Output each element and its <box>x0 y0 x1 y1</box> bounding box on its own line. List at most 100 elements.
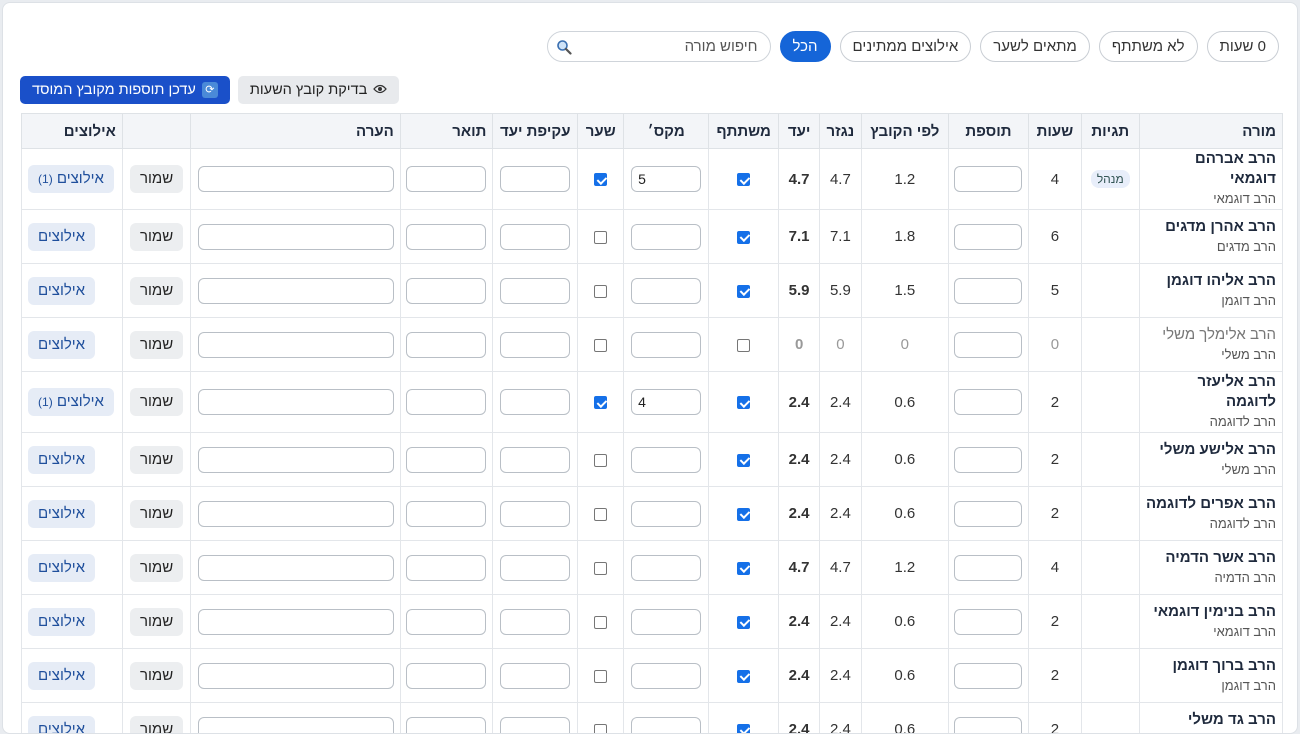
extra-input[interactable] <box>954 389 1022 415</box>
target-override-input[interactable] <box>500 166 570 192</box>
participates-checkbox[interactable] <box>737 231 750 244</box>
title-input[interactable] <box>406 166 486 192</box>
max-input[interactable] <box>631 447 701 473</box>
extra-input[interactable] <box>954 609 1022 635</box>
note-input[interactable] <box>198 278 394 304</box>
max-input[interactable]: 5 <box>631 166 701 192</box>
gate-checkbox[interactable] <box>594 396 607 409</box>
max-input[interactable] <box>631 609 701 635</box>
max-input[interactable] <box>631 332 701 358</box>
title-input[interactable] <box>406 447 486 473</box>
participates-checkbox[interactable] <box>737 454 750 467</box>
max-input[interactable] <box>631 501 701 527</box>
filter-zero-hours[interactable]: 0 שעות <box>1207 31 1279 62</box>
save-button[interactable]: שמור <box>130 331 183 359</box>
note-input[interactable] <box>198 166 394 192</box>
gate-checkbox[interactable] <box>594 508 607 521</box>
target-override-input[interactable] <box>500 717 570 734</box>
filter-not-participating[interactable]: לא משתתף <box>1099 31 1198 62</box>
note-input[interactable] <box>198 447 394 473</box>
filter-fits-gate[interactable]: מתאים לשער <box>980 31 1090 62</box>
title-input[interactable] <box>406 278 486 304</box>
constraints-button[interactable]: אילוצים <box>28 608 95 636</box>
max-input[interactable] <box>631 555 701 581</box>
gate-checkbox[interactable] <box>594 616 607 629</box>
filter-all[interactable]: הכל <box>780 31 831 62</box>
save-button[interactable]: שמור <box>130 500 183 528</box>
title-input[interactable] <box>406 663 486 689</box>
target-override-input[interactable] <box>500 609 570 635</box>
extra-input[interactable] <box>954 166 1022 192</box>
note-input[interactable] <box>198 389 394 415</box>
filter-pending-constraints[interactable]: אילוצים ממתינים <box>840 31 972 62</box>
note-input[interactable] <box>198 663 394 689</box>
constraints-button[interactable]: אילוצים (1) <box>28 388 114 416</box>
title-input[interactable] <box>406 609 486 635</box>
note-input[interactable] <box>198 501 394 527</box>
extra-input[interactable] <box>954 278 1022 304</box>
gate-checkbox[interactable] <box>594 285 607 298</box>
participates-checkbox[interactable] <box>737 670 750 683</box>
target-override-input[interactable] <box>500 555 570 581</box>
save-button[interactable]: שמור <box>130 446 183 474</box>
constraints-button[interactable]: אילוצים <box>28 554 95 582</box>
search-input[interactable] <box>576 37 760 56</box>
max-input[interactable] <box>631 663 701 689</box>
save-button[interactable]: שמור <box>130 662 183 690</box>
extra-input[interactable] <box>954 717 1022 734</box>
title-input[interactable] <box>406 224 486 250</box>
target-override-input[interactable] <box>500 501 570 527</box>
extra-input[interactable] <box>954 501 1022 527</box>
constraints-button[interactable]: אילוצים <box>28 277 95 305</box>
note-input[interactable] <box>198 332 394 358</box>
target-override-input[interactable] <box>500 224 570 250</box>
participates-checkbox[interactable] <box>737 396 750 409</box>
gate-checkbox[interactable] <box>594 454 607 467</box>
max-input[interactable] <box>631 224 701 250</box>
save-button[interactable]: שמור <box>130 554 183 582</box>
max-input[interactable]: 4 <box>631 389 701 415</box>
target-override-input[interactable] <box>500 278 570 304</box>
target-override-input[interactable] <box>500 663 570 689</box>
gate-checkbox[interactable] <box>594 670 607 683</box>
gate-checkbox[interactable] <box>594 173 607 186</box>
search-box[interactable] <box>547 31 771 62</box>
note-input[interactable] <box>198 555 394 581</box>
max-input[interactable] <box>631 278 701 304</box>
constraints-button[interactable]: אילוצים <box>28 446 95 474</box>
title-input[interactable] <box>406 389 486 415</box>
title-input[interactable] <box>406 717 486 734</box>
target-override-input[interactable] <box>500 332 570 358</box>
gate-checkbox[interactable] <box>594 562 607 575</box>
extra-input[interactable] <box>954 447 1022 473</box>
note-input[interactable] <box>198 609 394 635</box>
constraints-button[interactable]: אילוצים <box>28 716 95 734</box>
participates-checkbox[interactable] <box>737 173 750 186</box>
target-override-input[interactable] <box>500 389 570 415</box>
save-button[interactable]: שמור <box>130 388 183 416</box>
check-hours-file-button[interactable]: בדיקת קובץ השעות <box>238 76 399 104</box>
sync-from-file-button[interactable]: ⟳ עדכן תוספות מקובץ המוסד <box>20 76 230 104</box>
participates-checkbox[interactable] <box>737 339 750 352</box>
save-button[interactable]: שמור <box>130 165 183 193</box>
title-input[interactable] <box>406 332 486 358</box>
extra-input[interactable] <box>954 555 1022 581</box>
extra-input[interactable] <box>954 663 1022 689</box>
gate-checkbox[interactable] <box>594 231 607 244</box>
constraints-button[interactable]: אילוצים <box>28 662 95 690</box>
max-input[interactable] <box>631 717 701 734</box>
save-button[interactable]: שמור <box>130 223 183 251</box>
constraints-button[interactable]: אילוצים <box>28 500 95 528</box>
extra-input[interactable] <box>954 332 1022 358</box>
constraints-button[interactable]: אילוצים <box>28 223 95 251</box>
extra-input[interactable] <box>954 224 1022 250</box>
save-button[interactable]: שמור <box>130 716 183 734</box>
note-input[interactable] <box>198 224 394 250</box>
note-input[interactable] <box>198 717 394 734</box>
participates-checkbox[interactable] <box>737 616 750 629</box>
constraints-button[interactable]: אילוצים <box>28 331 95 359</box>
participates-checkbox[interactable] <box>737 562 750 575</box>
save-button[interactable]: שמור <box>130 608 183 636</box>
save-button[interactable]: שמור <box>130 277 183 305</box>
gate-checkbox[interactable] <box>594 339 607 352</box>
